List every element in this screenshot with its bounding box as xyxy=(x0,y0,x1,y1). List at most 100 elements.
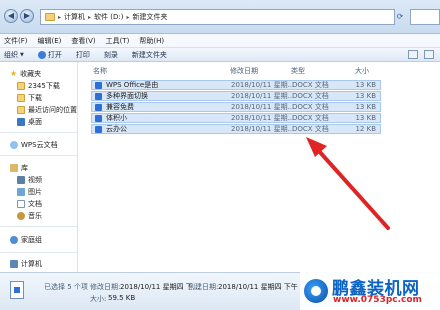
divider xyxy=(0,226,77,227)
file-row[interactable]: 兼容免费 2018/10/11 星期... DOCX 文档 13 KB xyxy=(91,102,381,112)
file-size: 12 KB xyxy=(355,125,376,133)
multiple-documents-icon xyxy=(10,281,24,299)
search-input[interactable] xyxy=(410,9,440,25)
divider xyxy=(0,252,77,253)
file-row[interactable]: 体积小 2018/10/11 星期... DOCX 文档 13 KB xyxy=(91,113,381,123)
file-type: DOCX 文档 xyxy=(292,114,329,122)
navigation-pane: ★ 收藏夹 2345下载 下载 最近访问的位置 桌面 WPS云文档 库 视频 图… xyxy=(0,62,78,272)
star-icon: ★ xyxy=(10,68,18,78)
sidebar-item-label: 库 xyxy=(21,163,28,172)
file-size: 13 KB xyxy=(355,103,376,111)
file-row[interactable]: 多种界面切换 2018/10/11 星期... DOCX 文档 13 KB xyxy=(91,91,381,101)
file-date: 2018/10/11 星期... xyxy=(231,114,295,122)
library-icon xyxy=(10,163,18,172)
sidebar-item-label: 下载 xyxy=(28,93,42,102)
file-type: DOCX 文档 xyxy=(292,103,329,111)
file-row[interactable]: WPS Office是由 2018/10/11 星期... DOCX 文档 13… xyxy=(91,80,381,90)
file-size: 13 KB xyxy=(355,114,376,122)
file-date: 2018/10/11 星期... xyxy=(231,81,295,89)
preview-pane-icon[interactable] xyxy=(424,50,434,59)
breadcrumb-computer[interactable]: 计算机 xyxy=(64,12,85,22)
address-box[interactable]: ▸ 计算机 ▸ 软件 (D:) ▸ 新建文件夹 xyxy=(40,9,395,25)
sidebar-item-label: 文档 xyxy=(28,199,42,208)
sidebar-item-videos[interactable]: 视频 xyxy=(17,174,42,185)
recent-places-icon xyxy=(17,105,25,114)
organize-label: 组织 xyxy=(4,50,18,59)
column-header-size[interactable]: 大小 xyxy=(355,66,369,76)
organize-button[interactable]: 组织 ▼ xyxy=(4,50,24,60)
burn-button[interactable]: 刻录 xyxy=(104,50,118,60)
sidebar-item-label: 视频 xyxy=(28,175,42,184)
menu-help[interactable]: 帮助(H) xyxy=(139,36,164,46)
sidebar-item-documents[interactable]: 文档 xyxy=(17,198,42,209)
sidebar-item-label: WPS云文档 xyxy=(21,140,58,149)
wps-document-icon xyxy=(95,115,102,122)
burn-label: 刻录 xyxy=(103,50,118,59)
sidebar-item-music[interactable]: 音乐 xyxy=(17,210,42,221)
open-label: 打开 xyxy=(47,50,62,59)
sidebar-item-label: 计算机 xyxy=(21,259,42,268)
breadcrumb-new-folder[interactable]: 新建文件夹 xyxy=(132,12,167,22)
sidebar-item-pictures[interactable]: 图片 xyxy=(17,186,42,197)
file-name: 云办公 xyxy=(106,125,127,133)
desktop-icon xyxy=(17,117,25,126)
selection-count: 已选择 5 个项 xyxy=(44,283,88,291)
sidebar-item-2345-downloads[interactable]: 2345下载 xyxy=(17,80,60,91)
video-icon xyxy=(17,175,25,184)
sidebar-item-label: 音乐 xyxy=(28,211,42,220)
sidebar-item-library[interactable]: 库 xyxy=(10,162,28,173)
file-type: DOCX 文档 xyxy=(292,92,329,100)
sidebar-item-label: 收藏夹 xyxy=(20,69,42,78)
size-label: 大小: xyxy=(90,295,107,303)
menu-file[interactable]: 文件(F) xyxy=(4,36,28,46)
wps-document-icon xyxy=(95,104,102,111)
sidebar-item-recent[interactable]: 最近访问的位置 xyxy=(17,104,77,115)
file-list: 名称 修改日期 类型 大小 WPS Office是由 2018/10/11 星期… xyxy=(79,62,440,272)
created-value: 2018/10/11 星期四 下午 ... xyxy=(218,283,307,291)
print-button[interactable]: 打印 xyxy=(76,50,90,60)
column-header-name[interactable]: 名称 xyxy=(93,66,107,76)
sidebar-item-favorites[interactable]: ★ 收藏夹 xyxy=(10,68,41,79)
sidebar-item-desktop[interactable]: 桌面 xyxy=(17,116,42,127)
file-date: 2018/10/11 星期... xyxy=(231,125,295,133)
menu-edit[interactable]: 编辑(E) xyxy=(38,36,62,46)
file-type: DOCX 文档 xyxy=(292,81,329,89)
file-date: 2018/10/11 星期... xyxy=(231,103,295,111)
refresh-icon[interactable]: ⟳ xyxy=(394,9,406,25)
picture-icon xyxy=(17,187,25,196)
sidebar-item-computer[interactable]: 计算机 xyxy=(10,258,42,269)
sidebar-item-homegroup[interactable]: 家庭组 xyxy=(10,234,42,245)
menu-view[interactable]: 查看(V) xyxy=(71,36,95,46)
command-bar: 组织 ▼ 打开 打印 刻录 新建文件夹 xyxy=(0,48,440,62)
file-size: 13 KB xyxy=(355,92,376,100)
address-bar-area: ◀ ▶ ▸ 计算机 ▸ 软件 (D:) ▸ 新建文件夹 ⟳ xyxy=(0,0,440,34)
sidebar-item-label: 家庭组 xyxy=(21,235,42,244)
column-header-type[interactable]: 类型 xyxy=(291,66,305,76)
chevron-right-icon: ▸ xyxy=(126,13,130,21)
sidebar-item-downloads[interactable]: 下载 xyxy=(17,92,42,103)
divider xyxy=(0,155,77,156)
wps-document-icon xyxy=(95,82,102,89)
new-folder-button[interactable]: 新建文件夹 xyxy=(132,50,167,60)
homegroup-icon xyxy=(10,235,18,244)
view-options-icon[interactable] xyxy=(408,50,418,59)
file-row[interactable]: 云办公 2018/10/11 星期... DOCX 文档 12 KB xyxy=(91,124,381,134)
back-button[interactable]: ◀ xyxy=(4,9,18,23)
file-date: 2018/10/11 星期... xyxy=(231,92,295,100)
folder-icon xyxy=(45,13,55,21)
sidebar-item-label: 图片 xyxy=(28,187,42,196)
menu-tools[interactable]: 工具(T) xyxy=(106,36,130,46)
folder-icon xyxy=(17,81,25,90)
sidebar-item-wps-cloud[interactable]: WPS云文档 xyxy=(10,139,58,150)
wps-document-icon xyxy=(95,126,102,133)
menu-bar: 文件(F) 编辑(E) 查看(V) 工具(T) 帮助(H) xyxy=(0,34,440,48)
file-name: 体积小 xyxy=(106,114,127,122)
open-button[interactable]: 打开 xyxy=(37,50,62,60)
breadcrumb-drive-d[interactable]: 软件 (D:) xyxy=(94,12,123,22)
created-label: 创建日期: xyxy=(188,283,219,291)
divider xyxy=(0,132,77,133)
column-header-date[interactable]: 修改日期 xyxy=(230,66,258,76)
download-folder-icon xyxy=(17,93,25,102)
modified-label: 修改日期: xyxy=(90,283,121,291)
forward-button[interactable]: ▶ xyxy=(20,9,34,23)
